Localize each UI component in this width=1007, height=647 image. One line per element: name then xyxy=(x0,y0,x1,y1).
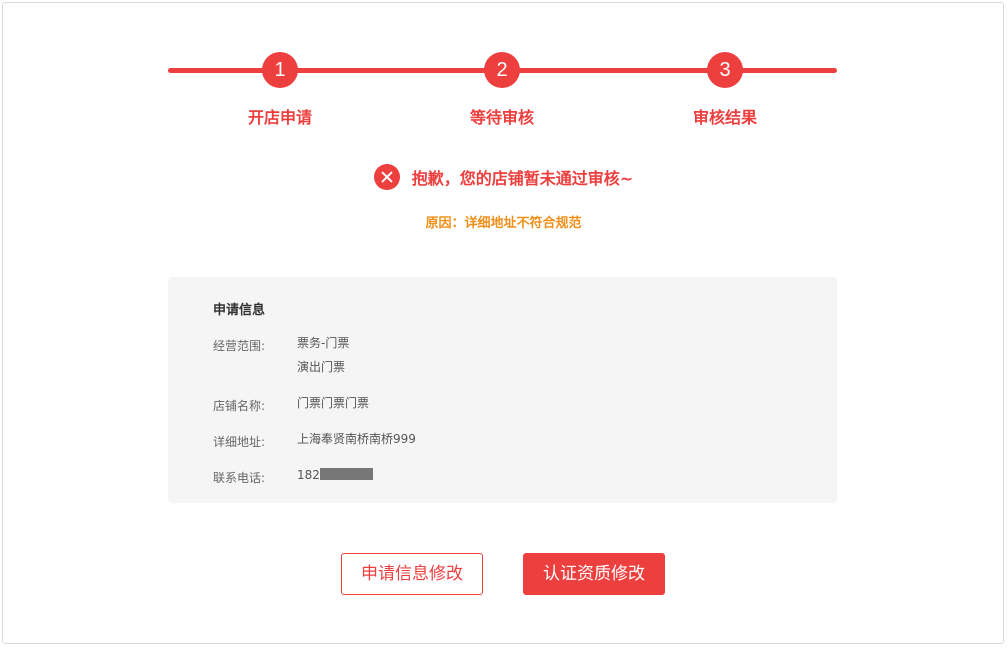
shop-name-row: 店铺名称: 门票门票门票 xyxy=(213,396,369,415)
address-row: 详细地址: 上海奉贤南桥南桥999 xyxy=(213,432,416,451)
step-1-circle: 1 xyxy=(262,52,298,88)
address-value: 上海奉贤南桥南桥999 xyxy=(297,432,416,446)
phone-row: 联系电话: 182 xyxy=(213,468,373,487)
step-2: 2 等待审核 xyxy=(442,52,562,128)
phone-prefix: 182 xyxy=(297,468,320,482)
result-text: 抱歉，您的店铺暂未通过审核~ xyxy=(411,169,634,188)
phone-masked-block xyxy=(319,468,373,480)
business-scope-value-2: 演出门票 xyxy=(297,360,346,374)
edit-certification-button[interactable]: 认证资质修改 xyxy=(523,553,665,595)
step-3-label: 审核结果 xyxy=(692,108,757,127)
step-3-circle: 3 xyxy=(707,52,743,88)
close-circle-icon xyxy=(373,164,400,190)
step-1: 1 开店申请 xyxy=(220,52,340,128)
shop-name-label: 店铺名称: xyxy=(213,399,266,413)
business-scope-label: 经营范围: xyxy=(213,339,266,353)
phone-value: 182 xyxy=(297,463,373,487)
business-scope-value-1: 票务-门票 xyxy=(297,336,350,350)
phone-label: 联系电话: xyxy=(213,471,266,485)
step-2-circle: 2 xyxy=(484,52,520,88)
panel-title: 申请信息 xyxy=(213,303,266,318)
step-2-label: 等待审核 xyxy=(469,108,534,127)
edit-application-button[interactable]: 申请信息修改 xyxy=(341,553,483,595)
step-3: 3 审核结果 xyxy=(665,52,785,128)
rejection-reason: 原因：详细地址不符合规范 xyxy=(425,216,582,231)
progress-steps: 1 开店申请 2 等待审核 3 审核结果 xyxy=(168,52,837,132)
address-label: 详细地址: xyxy=(213,435,266,449)
step-1-label: 开店申请 xyxy=(247,108,312,127)
business-scope-row: 经营范围: 票务-门票 演出门票 xyxy=(213,336,349,379)
result-message: 抱歉，您的店铺暂未通过审核~ xyxy=(0,164,1007,194)
business-scope-value: 票务-门票 演出门票 xyxy=(297,331,349,379)
application-info-panel: 申请信息 经营范围: 票务-门票 演出门票 店铺名称: 门票门票门票 详细地址:… xyxy=(168,277,837,503)
shop-name-value: 门票门票门票 xyxy=(297,396,370,410)
